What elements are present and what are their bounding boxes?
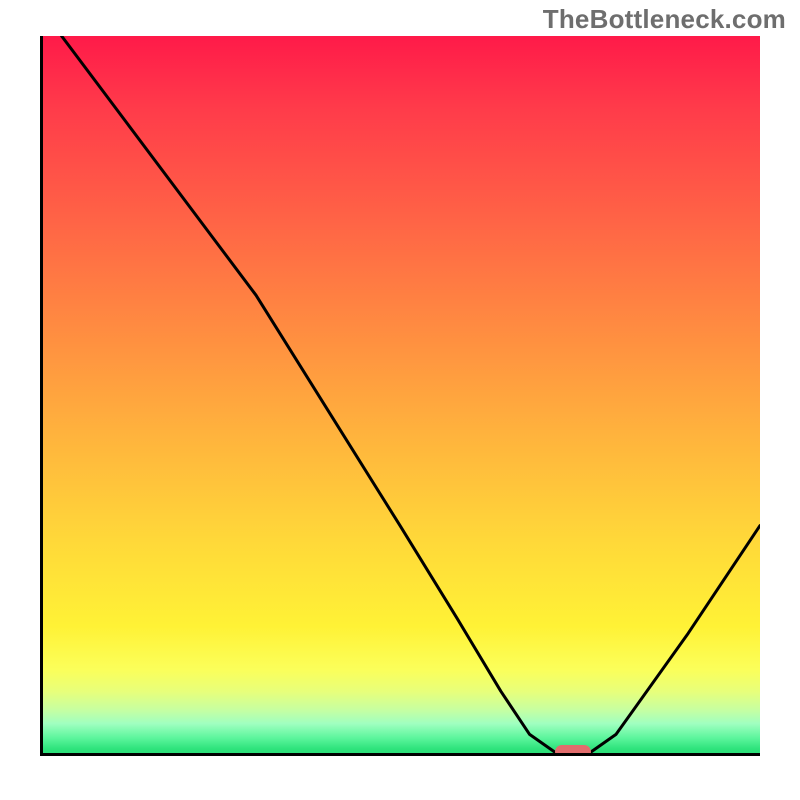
attribution-watermark: TheBottleneck.com bbox=[543, 4, 786, 35]
bottleneck-curve bbox=[40, 36, 760, 756]
chart-frame: TheBottleneck.com bbox=[0, 0, 800, 800]
optimum-marker bbox=[555, 745, 591, 756]
plot-area bbox=[40, 36, 760, 756]
